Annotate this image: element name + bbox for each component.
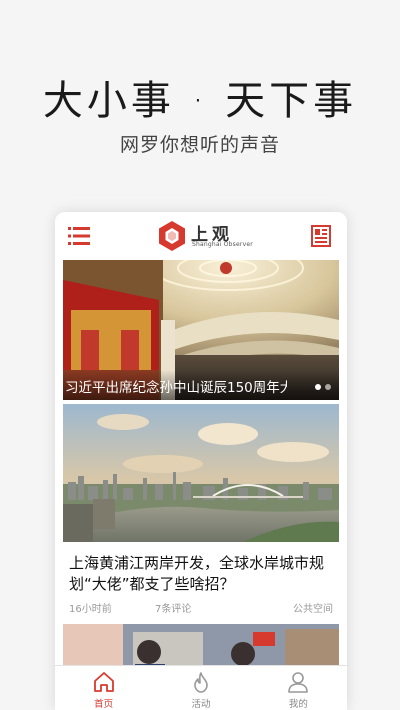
carousel-dots <box>315 384 331 390</box>
carousel-dot[interactable] <box>325 384 331 390</box>
tab-home[interactable]: 首页 <box>55 666 152 710</box>
tab-activity[interactable]: 活动 <box>152 666 249 710</box>
flame-icon <box>194 672 208 693</box>
tab-label: 活动 <box>191 699 211 710</box>
article-channel[interactable]: 公共空间 <box>293 600 333 615</box>
tab-profile[interactable]: 我的 <box>250 666 347 710</box>
article-meta: 16小时前 7条评论 公共空间 <box>69 600 333 615</box>
article-time: 16小时前 <box>69 604 112 615</box>
next-article-image[interactable] <box>63 624 339 665</box>
app-header: 上观 Shanghai Observer <box>55 212 347 260</box>
hero-title: 习近平出席纪念孙中山诞辰150周年大会 <box>65 380 287 396</box>
promo-headline: 大小事 · 天下事 <box>42 78 358 124</box>
phone-mockup: 上观 Shanghai Observer 习近平出席纪念孙中山诞辰150周年大会… <box>55 212 347 710</box>
logo-english-text: Shanghai Observer <box>192 241 253 248</box>
bottom-tab-bar: 首页 活动 我的 <box>55 665 347 710</box>
article-title: 上海黄浦江两岸开发，全球水岸城市规划“大佬”都支了些啥招？ <box>69 554 325 593</box>
news-feed[interactable]: 习近平出席纪念孙中山诞辰150周年大会 上海黄浦江两岸开发，全球水岸城市规划“大… <box>63 260 339 665</box>
logo-mark-icon <box>159 221 185 251</box>
hero-caption-overlay: 习近平出席纪念孙中山诞辰150周年大会 <box>63 370 339 400</box>
article-comments[interactable]: 7条评论 <box>155 600 191 615</box>
home-icon <box>93 672 114 692</box>
user-icon <box>288 672 309 693</box>
article-card[interactable]: 上海黄浦江两岸开发，全球水岸城市规划“大佬”都支了些啥招？ 16小时前 7条评论… <box>63 404 339 618</box>
list-menu-icon[interactable] <box>68 226 90 246</box>
carousel-dot[interactable] <box>315 384 321 390</box>
newspaper-icon[interactable] <box>310 225 332 247</box>
promo-subline: 网罗你想听的声音 <box>119 134 280 156</box>
tab-label: 我的 <box>288 699 308 710</box>
hero-carousel[interactable]: 习近平出席纪念孙中山诞辰150周年大会 <box>63 260 339 400</box>
app-logo: 上观 Shanghai Observer <box>156 220 253 252</box>
article-image <box>63 404 339 542</box>
tab-label: 首页 <box>94 699 114 710</box>
